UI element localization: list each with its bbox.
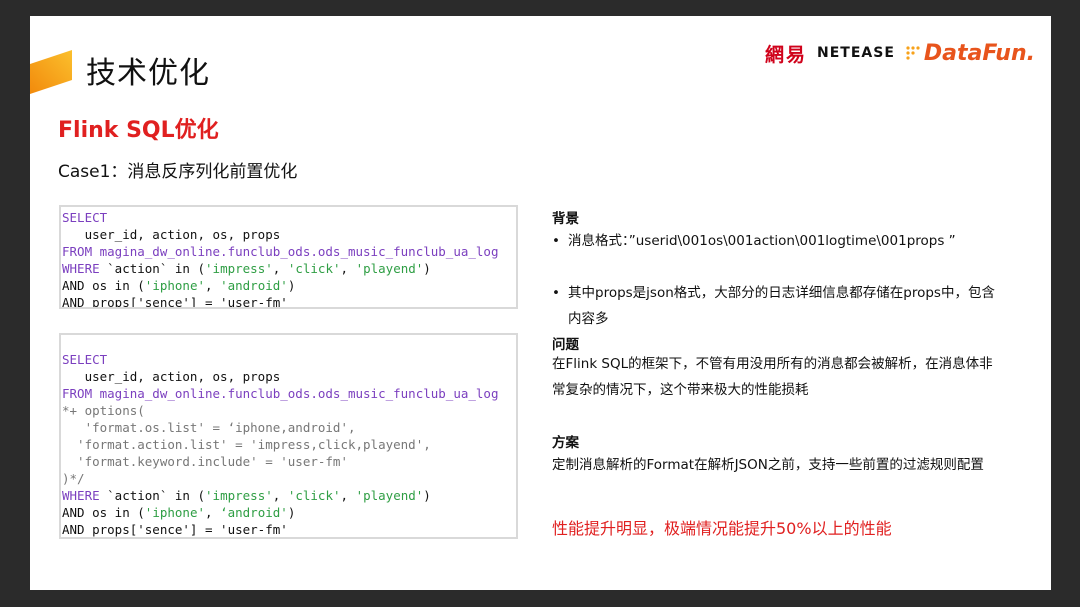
code-token: 'click'	[287, 488, 341, 503]
solution-text: 定制消息解析的Format在解析JSON之前，支持一些前置的过滤规则配置	[552, 457, 984, 473]
code-token: 'format.keyword.include' = 'user-fm'	[62, 454, 348, 469]
code-token: in (	[167, 488, 206, 503]
code-token: `action`	[107, 261, 168, 276]
problem-text: 在Flink SQL的框架下，不管有用没用所有的消息都会被解析，在消息体非常复杂…	[552, 356, 993, 398]
code-line: AND os in ('iphone', 'android')	[62, 277, 516, 294]
code-line: WHERE `action` in ('impress', 'click', '…	[62, 487, 516, 504]
title-accent-icon	[30, 50, 72, 94]
section-title: Flink SQL优化	[58, 118, 219, 143]
code-token: 'impress'	[205, 488, 273, 503]
code-token: WHERE	[62, 261, 108, 276]
result-highlight: 性能提升明显，极端情况能提升50%以上的性能	[552, 519, 892, 538]
code-token: FROM magina_dw_online.funclub_ods.ods_mu…	[62, 244, 499, 259]
code-token: )*/	[62, 471, 85, 486]
code-line: )*/	[62, 470, 516, 487]
code-token: )	[287, 505, 296, 520]
code-token: AND os in (	[62, 505, 145, 520]
code-line: *+ options(	[62, 402, 516, 419]
logo-group: 網易 NETEASE DataFun.	[765, 36, 1035, 70]
code-line: FROM magina_dw_online.funclub_ods.ods_mu…	[62, 243, 516, 260]
code-line: SELECT	[62, 351, 516, 368]
background-bullet-2: 其中props是json格式，大部分的日志详细信息都存储在props中，包含内容…	[552, 280, 1008, 332]
case-title: Case1：消息反序列化前置优化	[58, 162, 298, 182]
code-token: 'impress'	[205, 261, 273, 276]
code-line: WHERE `action` in ('impress', 'click', '…	[62, 260, 516, 277]
netease-logo-cn: 網易	[765, 43, 808, 66]
code-token: ,	[272, 261, 288, 276]
code-block-original: SELECT user_id, action, os, props FROM ma…	[59, 205, 518, 309]
code-block-optimized: SELECT user_id, action, os, props FROM ma…	[59, 333, 518, 539]
background-heading: 背景	[552, 211, 579, 227]
code-token: `action`	[107, 488, 168, 503]
code-token: 'format.action.list' = 'impress,click,pl…	[62, 437, 431, 452]
code-token: 'playend'	[355, 261, 424, 276]
code-token: ,	[205, 278, 221, 293]
code-token: )	[423, 488, 431, 503]
code-token: WHERE	[62, 488, 108, 503]
code-line: AND props['sence'] = 'user-fm'	[62, 294, 516, 309]
datafun-logo-text: DataFun.	[923, 40, 1035, 66]
datafun-dots-icon	[906, 46, 920, 60]
code-token: AND os in (	[62, 278, 145, 293]
code-token: 'iphone'	[144, 505, 206, 520]
code-token: )	[423, 261, 431, 276]
datafun-logo: DataFun.	[905, 41, 1035, 66]
code-token: ,	[340, 261, 356, 276]
code-token: ,	[272, 488, 288, 503]
code-token: 'format.os.list' = ‘iphone,android',	[62, 420, 356, 435]
code-line: FROM magina_dw_online.funclub_ods.ods_mu…	[62, 385, 516, 402]
code-token: 'playend'	[355, 488, 424, 503]
code-line: 'format.os.list' = ‘iphone,android',	[62, 419, 516, 436]
code-token: )	[287, 278, 296, 293]
code-token: ‘android'	[220, 505, 288, 520]
solution-heading: 方案	[552, 435, 579, 451]
code-token: SELECT	[62, 210, 108, 225]
code-token: AND props['sence'] = 'user-fm'	[62, 295, 288, 309]
code-token: 'iphone'	[144, 278, 206, 293]
slide: 技术优化 網易 NETEASE DataFun. Flink SQL优化 Cas…	[30, 16, 1051, 590]
code-token: AND props['sence'] = 'user-fm'	[62, 522, 288, 537]
problem-heading: 问题	[552, 337, 579, 353]
code-token: in (	[167, 261, 206, 276]
background-bullet-1: 消息格式：”userid\001os\001action\001logtime\…	[552, 228, 1008, 254]
code-line: user_id, action, os, props	[62, 368, 516, 385]
code-token: ,	[205, 505, 221, 520]
code-line: user_id, action, os, props	[62, 226, 516, 243]
code-line: AND props['sence'] = 'user-fm'	[62, 521, 516, 537]
code-line: 'format.action.list' = 'impress,click,pl…	[62, 436, 516, 453]
netease-logo-en: NETEASE	[817, 45, 895, 61]
code-token: 'android'	[220, 278, 288, 293]
code-line: 'format.keyword.include' = 'user-fm'	[62, 453, 516, 470]
code-line: AND os in ('iphone', ‘android')	[62, 504, 516, 521]
code-token: user_id, action, os, props	[62, 369, 281, 384]
code-token: FROM magina_dw_online.funclub_ods.ods_mu…	[62, 386, 499, 401]
code-token: user_id, action, os, props	[62, 227, 281, 242]
code-token: 'click'	[287, 261, 341, 276]
page-title: 技术优化	[86, 56, 210, 91]
code-token: SELECT	[62, 352, 108, 367]
code-token: *+ options(	[62, 403, 145, 418]
code-token: ,	[340, 488, 356, 503]
code-line: SELECT	[62, 209, 516, 226]
